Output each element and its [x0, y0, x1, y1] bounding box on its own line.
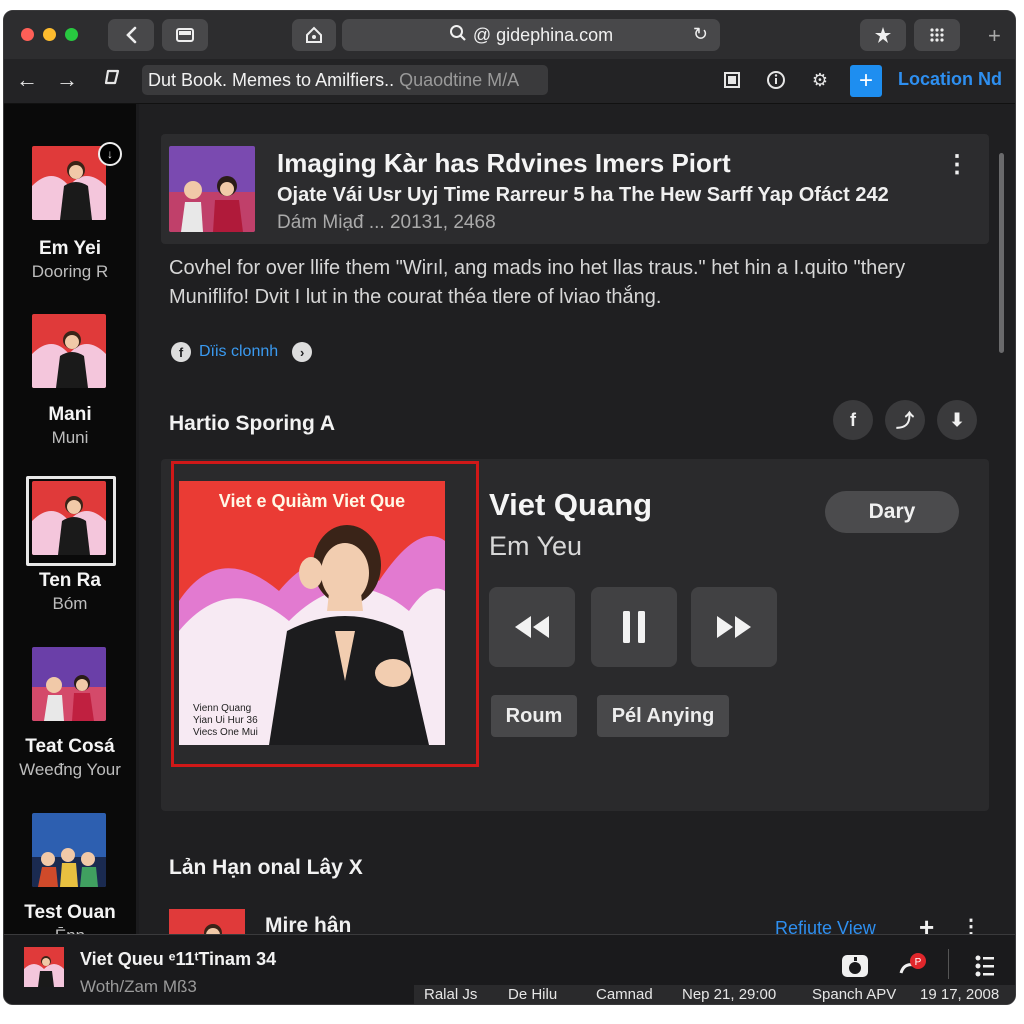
forward-icon[interactable]: →: [56, 67, 78, 93]
status-item[interactable]: Camnad: [596, 986, 653, 1003]
discuss-link[interactable]: f Dïis clonnh ›: [171, 342, 313, 362]
grid-icon[interactable]: [914, 19, 960, 51]
album-cover: [32, 647, 106, 721]
sidebar-icon[interactable]: [162, 19, 208, 51]
status-item[interactable]: 19 17, 2008: [920, 986, 999, 1003]
plus-icon[interactable]: +: [988, 23, 1001, 49]
add-icon[interactable]: +: [919, 912, 934, 934]
row-title[interactable]: Mire hân: [265, 914, 351, 934]
zoom-window-button[interactable]: [65, 28, 78, 41]
post-date: Dám Miạđ ... 20131, 2468: [277, 212, 496, 233]
sidebar-item-subtitle: Muni: [51, 428, 89, 447]
album-title: Viet e Quiàm Viet Que: [218, 491, 406, 511]
gear-icon[interactable]: ⚙: [808, 68, 832, 92]
sidebar-item-title: Ten Ra: [39, 570, 101, 591]
post-subtitle: Ojate Vái Usr Uyj Time Rarreur 5 ha The …: [277, 184, 889, 206]
album-cover: [32, 314, 106, 388]
link-icon[interactable]: ⤴: [885, 400, 925, 440]
sidebar-item-subtitle: Weeᵭng Your: [19, 760, 121, 779]
tab-title: Dut Book. Memes to Amilfiers..: [148, 70, 395, 90]
address-bar[interactable]: @ gidephina.com ↻: [342, 19, 720, 51]
row-view-link[interactable]: Refiute View: [775, 918, 876, 934]
divider: [948, 949, 949, 979]
status-item[interactable]: Nep 21, 29:00: [682, 986, 776, 1003]
download-badge-icon: ↓: [98, 142, 122, 166]
post-card[interactable]: Imaging Kàr has Rdvines Imers Piort Ojat…: [161, 134, 989, 244]
now-playing-bar: Viet Queu ᵉ11ᵗTinam 34 Woth/Zam Mß3 P Ra…: [4, 934, 1015, 1004]
sidebar-item-subtitle: Bóm: [52, 594, 88, 613]
scrollbar-thumb[interactable]: [999, 153, 1004, 353]
pause-icon: [623, 611, 645, 643]
album-cover: [32, 146, 106, 220]
status-item[interactable]: Ralal Js: [424, 986, 477, 1003]
now-playing-thumbnail: [24, 947, 64, 987]
row-more-icon[interactable]: ⋮: [961, 914, 981, 934]
album-art: Viet e Quiàm Viet Que Vienn Quang Yian U…: [179, 481, 445, 745]
dary-button[interactable]: Dary: [825, 491, 959, 533]
sidebar-item-title: Em Yei: [39, 238, 101, 259]
main-content: Imaging Kàr has Rdvines Imers Piort Ojat…: [139, 104, 1015, 934]
notification-icon[interactable]: P: [898, 951, 928, 981]
sidebar-item-title: Test Ouan: [24, 902, 116, 923]
chevron-left-icon[interactable]: [108, 19, 154, 51]
pause-button[interactable]: [591, 587, 677, 667]
facebook-small-icon: f: [171, 342, 191, 362]
title-bar: @ gidephina.com ↻ +: [4, 11, 1015, 59]
post-title: Imaging Kàr has Rdvines Imers Piort: [277, 148, 731, 178]
navigation-toolbar: ← → Dut Book. Memes to Amilfiers.. Quaod…: [4, 59, 1015, 104]
back-icon[interactable]: ←: [16, 67, 38, 93]
rewind-button[interactable]: [489, 587, 575, 667]
status-item[interactable]: De Hilu: [508, 986, 557, 1003]
menu-icon[interactable]: [970, 951, 1000, 981]
sidebar-item-title: Mani: [48, 404, 92, 425]
album-cover: [32, 813, 106, 887]
close-window-button[interactable]: [21, 28, 34, 41]
url-text: @ gidephina.com: [472, 24, 614, 45]
svg-text:P: P: [915, 957, 922, 968]
next-section-title: Lản Hạn onal Lây X: [169, 856, 363, 879]
facebook-icon[interactable]: f: [833, 400, 873, 440]
star-icon[interactable]: [860, 19, 906, 51]
rewind-icon: [515, 616, 549, 638]
album-footer: Vienn Quang Yian Ui Hur 36 Viecs One Mui: [193, 703, 258, 738]
album-cover: [32, 481, 106, 555]
post-thumbnail: [169, 146, 255, 232]
now-playing-title: Viet Queu ᵉ11ᵗTinam 34: [80, 949, 277, 969]
browser-window: @ gidephina.com ↻ + ← → Dut Book. Memes …: [3, 10, 1016, 1005]
tab-title-dim: Quaodtine M/A: [399, 70, 520, 90]
apple-icon[interactable]: [840, 951, 870, 981]
fast-forward-button[interactable]: [691, 587, 777, 667]
refresh-icon[interactable]: [102, 66, 124, 94]
status-bar: Ralal Js De Hilu Camnad Nep 21, 29:00 Sp…: [414, 985, 1015, 1004]
minimize-window-button[interactable]: [43, 28, 56, 41]
search-icon: [449, 24, 467, 47]
download-icon[interactable]: ⬇: [937, 400, 977, 440]
more-options-icon[interactable]: ⋮: [945, 150, 969, 179]
row-thumbnail: [169, 909, 245, 934]
discuss-label: Dïis clonnh: [199, 343, 279, 360]
pel-anying-button[interactable]: Pél Anying: [597, 695, 729, 737]
active-tab[interactable]: Dut Book. Memes to Amilfiers.. Quaodtine…: [142, 65, 548, 95]
section-title: Hartio Sporing A: [169, 412, 336, 435]
sidebar-item-subtitle: Ēnn: [4, 926, 136, 934]
song-title: Em Yeu: [489, 531, 583, 561]
chevron-right-icon: ›: [292, 342, 313, 362]
sidebar-item-title: Teat Cosá: [25, 736, 115, 757]
add-location-button[interactable]: +: [850, 65, 882, 97]
info-icon[interactable]: [764, 68, 788, 92]
reader-icon[interactable]: [720, 68, 744, 92]
home-icon[interactable]: [292, 19, 336, 51]
fast-forward-icon: [717, 616, 751, 638]
artist-name: Viet Quang: [489, 487, 653, 522]
reload-icon[interactable]: ↻: [693, 24, 708, 45]
now-playing-subtitle: Woth/Zam Mß3: [80, 977, 197, 996]
roum-button[interactable]: Roum: [491, 695, 577, 737]
player-panel: Viet e Quiàm Viet Que Vienn Quang Yian U…: [161, 459, 989, 811]
post-description: Covhel for over llife them "Wirıl, ang m…: [169, 257, 906, 308]
sidebar: ↓ Em Yei Dooring R Mani Muni Ten Ra Bóm: [4, 104, 136, 934]
sidebar-item-subtitle: Dooring R: [31, 262, 109, 281]
location-label[interactable]: Location Nd: [898, 69, 1002, 90]
status-item[interactable]: Spanch APV: [812, 986, 896, 1003]
